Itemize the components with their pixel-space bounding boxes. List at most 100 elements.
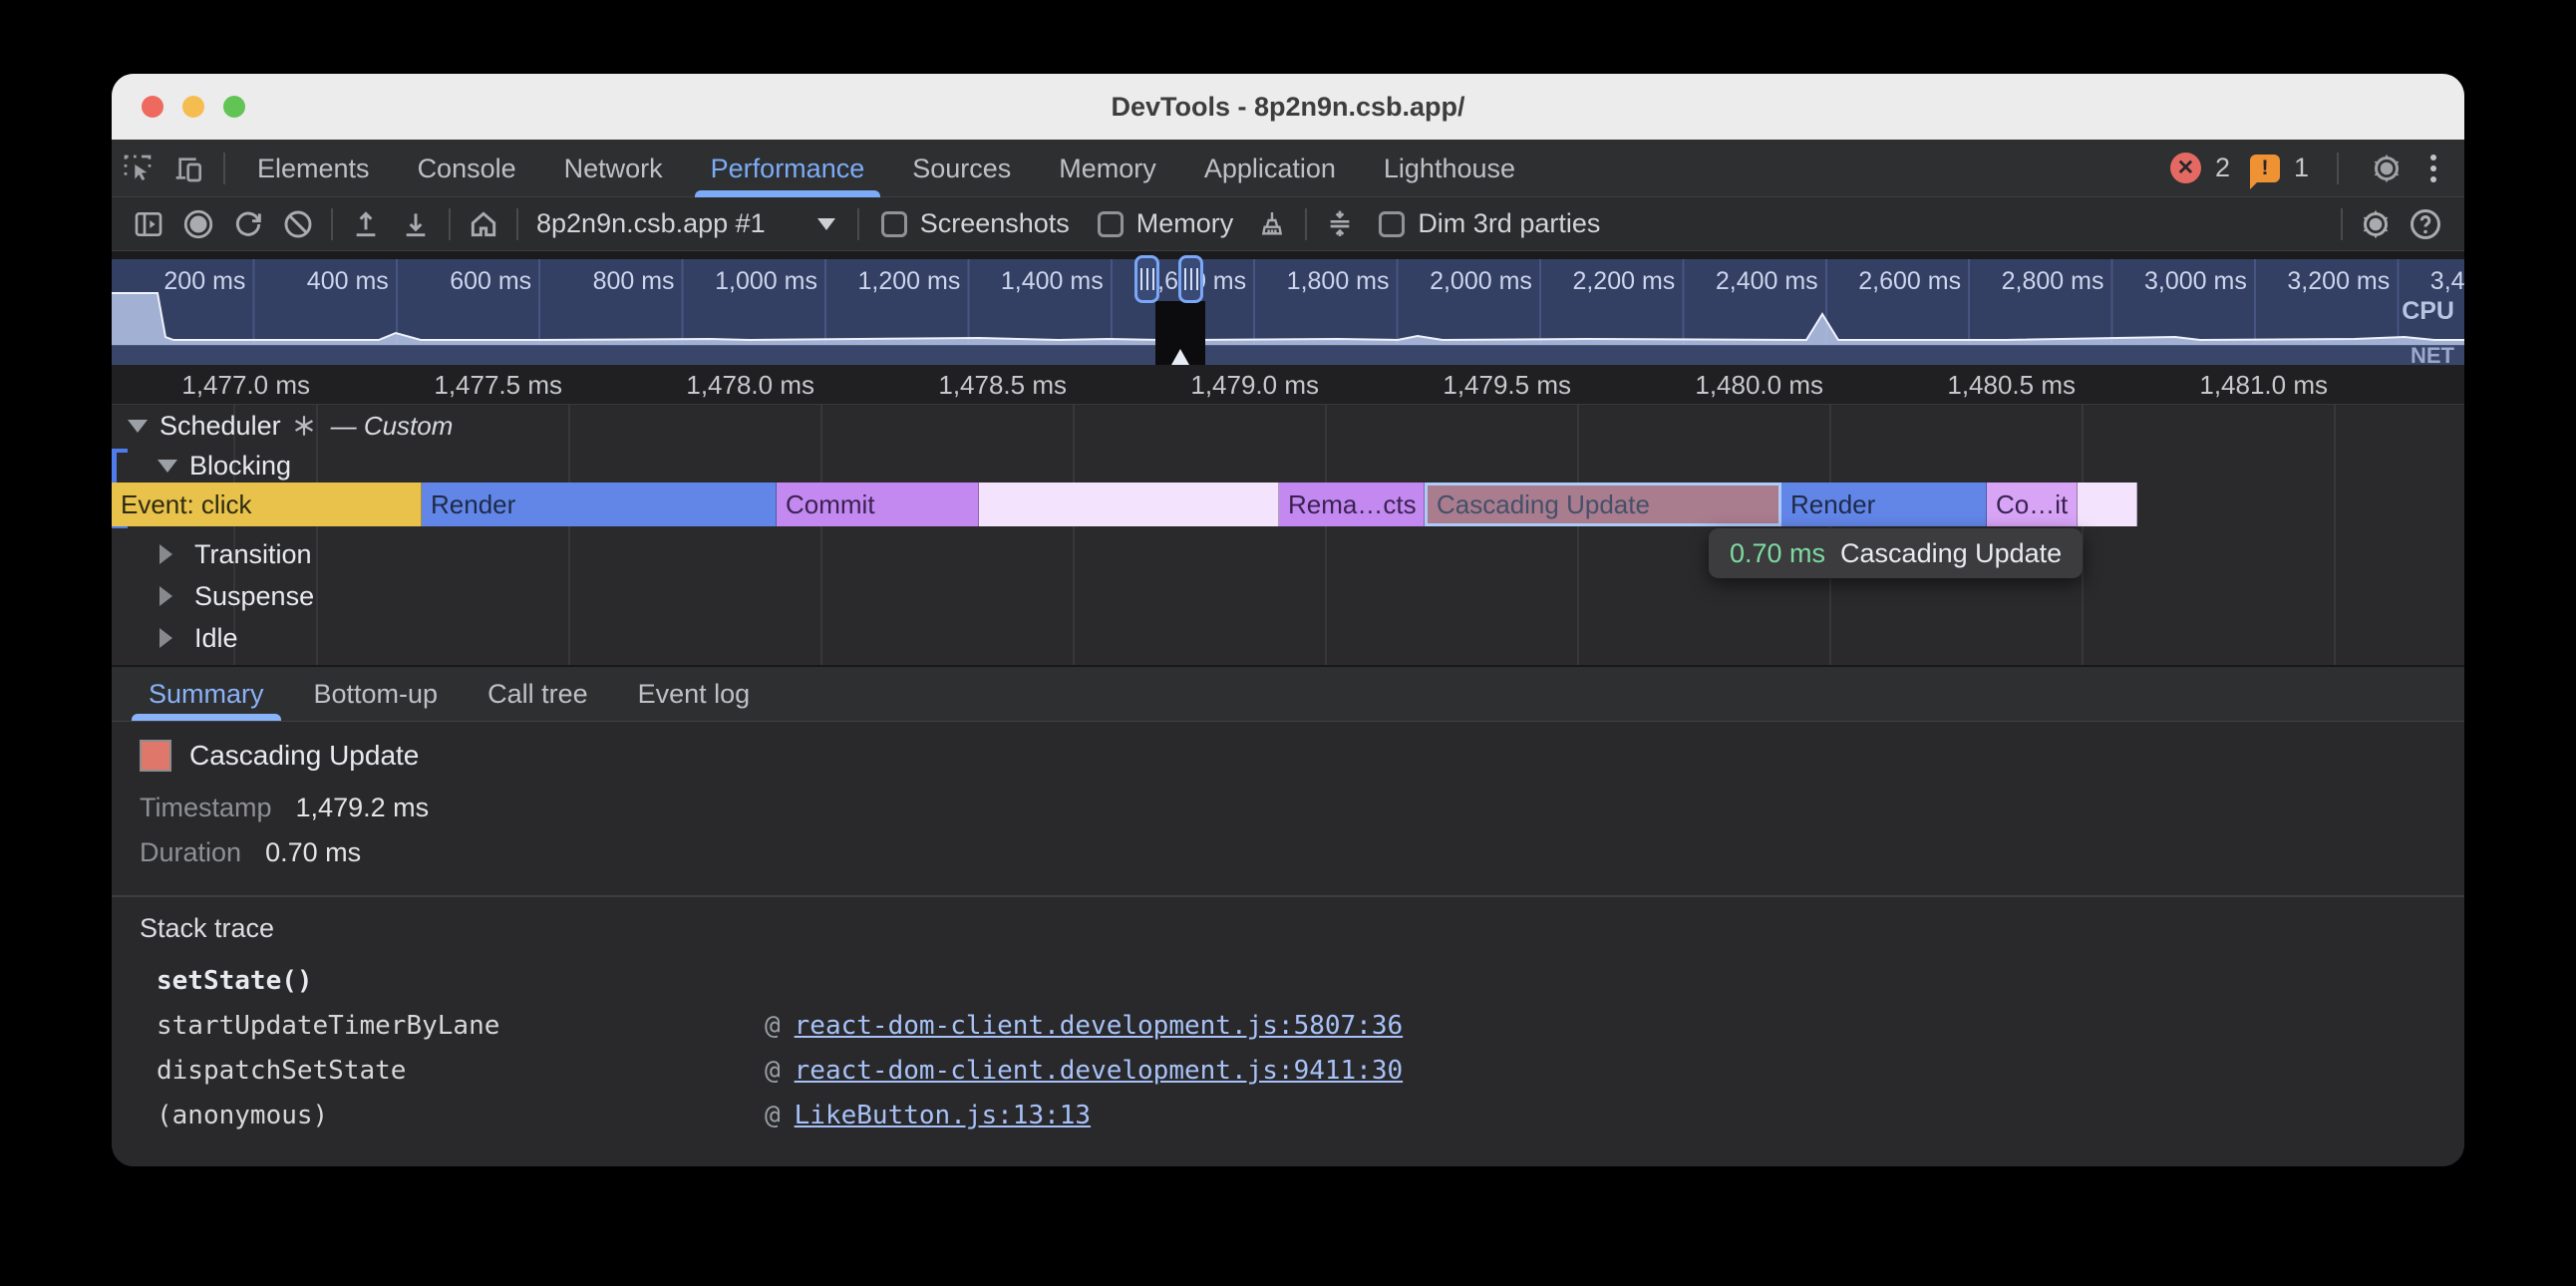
details-tab-event-log[interactable]: Event log bbox=[613, 667, 776, 721]
tab-network[interactable]: Network bbox=[540, 140, 687, 197]
tab-performance[interactable]: Performance bbox=[687, 140, 889, 197]
tab-elements[interactable]: Elements bbox=[233, 140, 394, 197]
flame-event[interactable] bbox=[2078, 482, 2137, 526]
active-tab-underline bbox=[695, 190, 881, 197]
group-transition[interactable]: Transition bbox=[112, 534, 2464, 574]
tab-console[interactable]: Console bbox=[394, 140, 540, 197]
home-button[interactable] bbox=[459, 200, 508, 248]
upload-profile-button[interactable] bbox=[341, 200, 391, 248]
chevron-expanded-icon[interactable] bbox=[158, 460, 177, 482]
flame-event-commit[interactable]: Commit bbox=[777, 482, 979, 526]
separator bbox=[449, 208, 451, 240]
error-count[interactable]: 2 bbox=[2215, 153, 2230, 183]
tab-lighthouse[interactable]: Lighthouse bbox=[1360, 140, 1539, 197]
warning-count[interactable]: 1 bbox=[2294, 153, 2309, 183]
group-suspense[interactable]: Suspense bbox=[112, 576, 2464, 616]
timeline-overview[interactable]: 200 ms400 ms600 ms800 ms1,000 ms1,200 ms… bbox=[112, 251, 2464, 365]
flame-event-render[interactable]: Render bbox=[422, 482, 777, 526]
shortcuts-dialog-button[interactable] bbox=[1315, 200, 1365, 248]
details-tab-bottom-up[interactable]: Bottom-up bbox=[289, 667, 464, 721]
net-track-label: NET bbox=[2411, 346, 2454, 366]
summary-event-name: Cascading Update bbox=[189, 738, 419, 774]
selection-left-handle[interactable] bbox=[1134, 255, 1159, 303]
separator bbox=[1305, 208, 1307, 240]
warning-badge-icon[interactable]: ! bbox=[2250, 155, 2280, 182]
screenshots-toggle[interactable]: Screenshots bbox=[881, 208, 1070, 239]
group-label: Suspense bbox=[194, 581, 314, 612]
flame-event-cascading-update[interactable]: Cascading Update bbox=[1425, 482, 1781, 526]
tab-sources[interactable]: Sources bbox=[888, 140, 1035, 197]
flame-event[interactable] bbox=[979, 482, 1279, 526]
details-tab-summary[interactable]: Summary bbox=[124, 667, 289, 721]
details-tab-label: Summary bbox=[149, 679, 264, 710]
separator bbox=[2341, 208, 2343, 240]
chevron-expanded-icon[interactable] bbox=[128, 420, 148, 443]
detail-ruler-tick: 1,480.5 ms bbox=[1947, 365, 2076, 405]
help-button[interactable] bbox=[2401, 200, 2450, 248]
performance-toolbar: 8p2n9n.csb.app #1 Screenshots Memory bbox=[112, 197, 2464, 251]
source-location-link[interactable]: react-dom-client.development.js:9411:30 bbox=[795, 1049, 1403, 1094]
flame-chart[interactable]: Scheduler — Custom Blocking Event: click… bbox=[112, 405, 2464, 666]
stack-trace-row: startUpdateTimerByLane@react-dom-client.… bbox=[157, 1004, 2434, 1049]
more-options-button[interactable] bbox=[2426, 151, 2440, 186]
stack-location: @react-dom-client.development.js:5807:36 bbox=[765, 1004, 1403, 1049]
toggle-sidebar-button[interactable] bbox=[124, 200, 173, 248]
tooltip-duration: 0.70 ms bbox=[1730, 538, 1825, 569]
tab-memory[interactable]: Memory bbox=[1035, 140, 1180, 197]
stack-location: @react-dom-client.development.js:9411:30 bbox=[765, 1049, 1403, 1094]
device-toolbar-button[interactable] bbox=[163, 143, 215, 194]
flame-event-co-it[interactable]: Co…it bbox=[1987, 482, 2078, 526]
chevron-collapsed-icon[interactable] bbox=[160, 586, 182, 606]
source-location-link[interactable]: react-dom-client.development.js:5807:36 bbox=[795, 1004, 1403, 1049]
flame-event-rema-cts[interactable]: Rema…cts bbox=[1279, 482, 1425, 526]
memory-checkbox[interactable] bbox=[1098, 211, 1124, 237]
record-button[interactable] bbox=[173, 200, 223, 248]
flame-event-render[interactable]: Render bbox=[1781, 482, 1987, 526]
clear-icon bbox=[282, 208, 314, 240]
error-badge-icon[interactable]: ✕ bbox=[2170, 153, 2201, 183]
target-selector-dropdown[interactable]: 8p2n9n.csb.app #1 bbox=[526, 208, 849, 239]
target-selector-value: 8p2n9n.csb.app #1 bbox=[536, 208, 766, 239]
settings-button[interactable] bbox=[2361, 143, 2413, 194]
dim-3rd-parties-toggle[interactable]: Dim 3rd parties bbox=[1379, 208, 1600, 239]
gear-icon bbox=[2369, 151, 2405, 186]
capture-settings-button[interactable] bbox=[2351, 200, 2401, 248]
tab-label: Memory bbox=[1059, 154, 1156, 184]
tab-label: Lighthouse bbox=[1384, 154, 1515, 184]
detail-time-ruler[interactable]: 1,477.0 ms1,477.5 ms1,478.0 ms1,478.5 ms… bbox=[112, 365, 2464, 405]
chevron-collapsed-icon[interactable] bbox=[160, 628, 182, 648]
inspect-element-button[interactable] bbox=[112, 143, 163, 194]
details-tabbar: Summary Bottom-up Call treeEvent log bbox=[112, 666, 2464, 722]
screenshots-checkbox[interactable] bbox=[881, 211, 907, 237]
chevron-collapsed-icon[interactable] bbox=[160, 544, 182, 564]
screenshots-label: Screenshots bbox=[920, 208, 1070, 239]
group-label: Idle bbox=[194, 623, 238, 654]
flame-event-event-click[interactable]: Event: click bbox=[112, 482, 422, 526]
source-location-link[interactable]: LikeButton.js:13:13 bbox=[795, 1094, 1091, 1138]
inspect-icon bbox=[122, 153, 154, 184]
selection-right-handle[interactable] bbox=[1178, 255, 1203, 303]
tooltip-event-name: Cascading Update bbox=[1840, 538, 2062, 569]
group-blocking-label: Blocking bbox=[189, 451, 291, 482]
garbage-collect-icon bbox=[1256, 208, 1288, 240]
home-icon bbox=[468, 208, 499, 240]
download-profile-button[interactable] bbox=[391, 200, 441, 248]
tab-application[interactable]: Application bbox=[1180, 140, 1360, 197]
track-scheduler[interactable]: Scheduler — Custom bbox=[112, 405, 2464, 447]
memory-toggle[interactable]: Memory bbox=[1098, 208, 1234, 239]
details-tab-label: Bottom-up bbox=[314, 679, 439, 710]
reload-and-record-button[interactable] bbox=[223, 200, 273, 248]
group-blocking[interactable]: Blocking bbox=[112, 449, 2464, 482]
selection-window[interactable] bbox=[1155, 301, 1205, 365]
memory-label: Memory bbox=[1136, 208, 1234, 239]
details-tab-call-tree[interactable]: Call tree bbox=[463, 667, 613, 721]
group-idle[interactable]: Idle bbox=[112, 618, 2464, 658]
clear-recording-button[interactable] bbox=[273, 200, 323, 248]
reload-icon bbox=[232, 208, 264, 240]
overview-ruler[interactable]: 200 ms400 ms600 ms800 ms1,000 ms1,200 ms… bbox=[112, 259, 2464, 345]
stack-function-name: (anonymous) bbox=[157, 1101, 328, 1130]
dim-3rd-parties-checkbox[interactable] bbox=[1379, 211, 1405, 237]
detail-ruler-tick: 1,479.5 ms bbox=[1443, 365, 1571, 405]
separator bbox=[516, 208, 518, 240]
collect-garbage-button[interactable] bbox=[1247, 200, 1297, 248]
